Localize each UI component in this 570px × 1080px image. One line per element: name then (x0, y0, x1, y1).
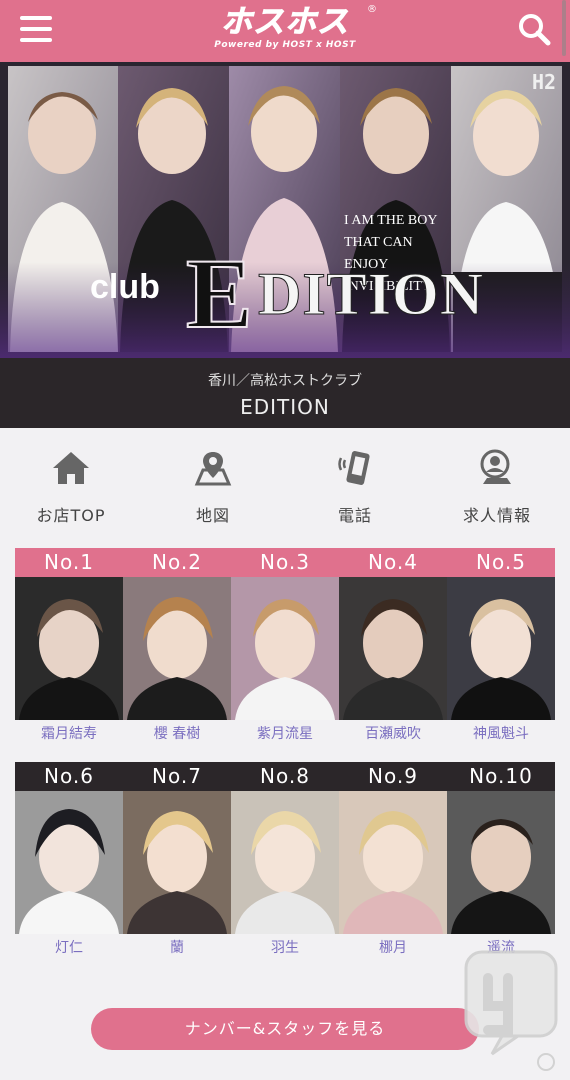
ranking-row-bottom: No.6 No.7 No.8 No.9 No.10 灯仁 蘭 羽生 梛月 遥流 (15, 762, 555, 962)
rank-number: No.1 (44, 550, 94, 574)
host-photo[interactable] (123, 577, 231, 720)
ranking-row-top: No.1 No.2 No.3 No.4 No.5 霜月結寿 櫻 春樹 紫月流星 … (15, 548, 555, 748)
host-photo[interactable] (15, 577, 123, 720)
host-photo[interactable] (447, 791, 555, 934)
rank-number: No.8 (260, 764, 310, 788)
e-letter: E (185, 238, 254, 349)
host-name[interactable]: 神風魁斗 (447, 720, 555, 748)
logo-text: ホスホス (221, 4, 349, 41)
host-name[interactable]: 霜月結寿 (15, 720, 123, 748)
h2-watermark: H2 (532, 70, 557, 94)
host-photo[interactable] (231, 791, 339, 934)
chat-widget-icon[interactable] (462, 948, 560, 1072)
rank-number: No.4 (368, 550, 418, 574)
rank-number: No.2 (152, 550, 202, 574)
recruit-icon (480, 449, 511, 484)
page: ホスホス Powered by HOST x HOST ® I AM THE B… (0, 0, 570, 1080)
club-banner-image[interactable]: I AM THE BOY THAT CAN ENJOY INVISIBILITY… (0, 62, 570, 358)
host-name[interactable]: 蘭 (123, 934, 231, 962)
site-logo[interactable]: ホスホス Powered by HOST x HOST (0, 4, 570, 51)
app-header: ホスホス Powered by HOST x HOST ® (0, 0, 570, 62)
rank-number: No.3 (260, 550, 310, 574)
nav-label: 地図 (195, 506, 230, 525)
logo-tagline: Powered by HOST x HOST (214, 40, 356, 50)
nav-item-phone[interactable]: 電話 (284, 448, 426, 526)
host-name[interactable]: 百瀬威吹 (339, 720, 447, 748)
host-photo[interactable] (231, 577, 339, 720)
host-photo[interactable] (123, 791, 231, 934)
nav-label: お店TOP (36, 506, 106, 525)
search-icon[interactable] (517, 12, 551, 46)
ranking-photos (15, 791, 555, 934)
host-name[interactable]: 櫻 春樹 (123, 720, 231, 748)
ranking-photos (15, 577, 555, 720)
rank-number: No.9 (368, 764, 418, 788)
rank-number: No.10 (469, 764, 533, 788)
ranking-header: No.6 No.7 No.8 No.9 No.10 (15, 762, 555, 791)
rank-number: No.6 (44, 764, 94, 788)
phone-icon (338, 451, 370, 485)
host-photo[interactable] (339, 791, 447, 934)
shirt-line: I AM THE BOY (344, 213, 438, 228)
map-icon (194, 452, 232, 486)
club-name: EDITION (240, 395, 330, 419)
view-numbers-staff-button[interactable]: ナンバー&スタッフを見る (91, 1008, 479, 1050)
rank-number: No.7 (152, 764, 202, 788)
shirt-line: THAT CAN (344, 235, 413, 250)
nav-item-map[interactable]: 地図 (142, 448, 284, 526)
nav-label: 求人情報 (462, 506, 531, 525)
ranking-names: 霜月結寿 櫻 春樹 紫月流星 百瀬威吹 神風魁斗 (15, 720, 555, 748)
registered-mark: ® (367, 4, 377, 15)
edition-word: DITION (257, 261, 485, 327)
nav-item-shop-top[interactable]: お店TOP (0, 448, 142, 526)
club-word: club (90, 268, 160, 306)
club-info-strip: 香川／高松ホストクラブ EDITION (0, 358, 570, 428)
rank-number: No.5 (476, 550, 526, 574)
nav-item-recruit[interactable]: 求人情報 (426, 448, 568, 526)
host-name[interactable]: 紫月流星 (231, 720, 339, 748)
club-subtitle: 香川／高松ホストクラブ (208, 373, 362, 389)
host-name[interactable]: 羽生 (231, 934, 339, 962)
host-name[interactable]: 梛月 (339, 934, 447, 962)
home-icon (53, 452, 89, 484)
scrollbar[interactable] (562, 0, 566, 56)
host-photo[interactable] (447, 577, 555, 720)
nav-label: 電話 (337, 506, 372, 525)
host-name[interactable]: 灯仁 (15, 934, 123, 962)
host-photo[interactable] (15, 791, 123, 934)
ranking-header: No.1 No.2 No.3 No.4 No.5 (15, 548, 555, 577)
club-nav: お店TOP 地図 電話 求人情報 (0, 428, 570, 538)
host-photo[interactable] (339, 577, 447, 720)
